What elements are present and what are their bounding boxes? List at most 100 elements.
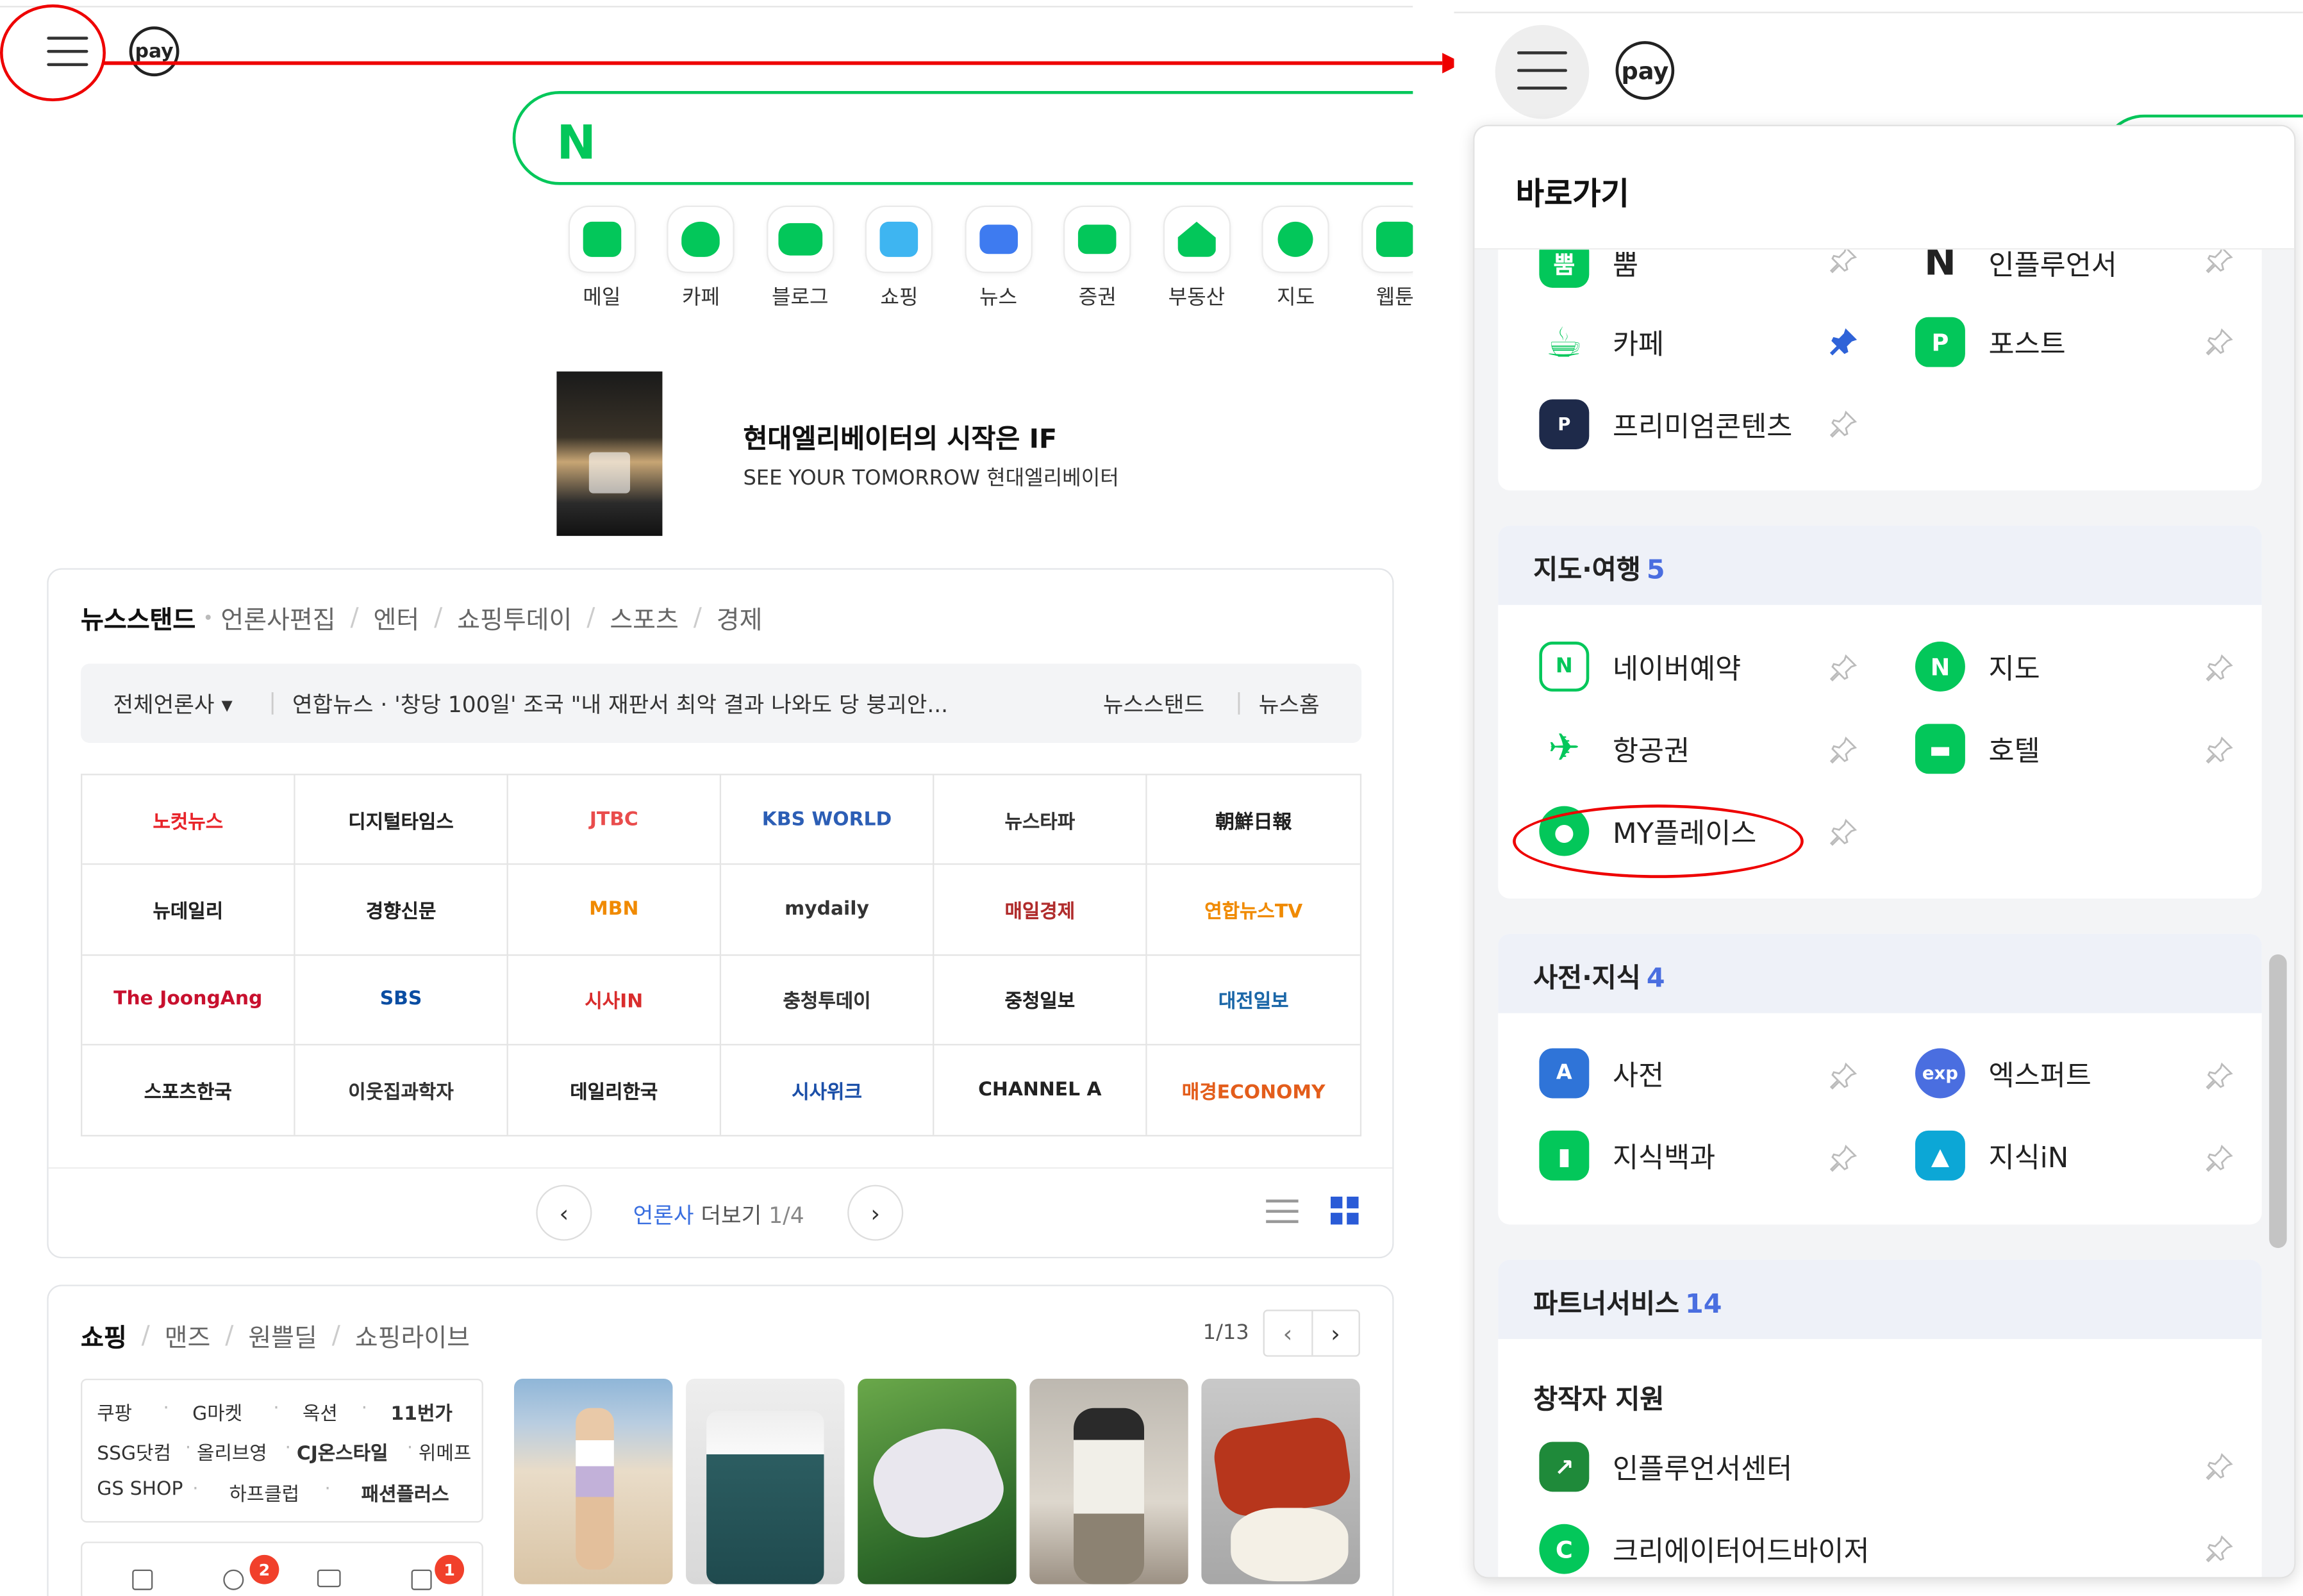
shortcut-map[interactable]: N 지도 (1915, 642, 2040, 692)
press-logo[interactable]: 대전일보 (1147, 955, 1360, 1045)
press-logo[interactable]: 충청투데이 (721, 955, 935, 1045)
press-logo[interactable]: 노컷뉴스 (82, 775, 295, 865)
shortcut-influencer-center[interactable]: ↗ 인플루언서센터 (1539, 1442, 1792, 1492)
press-logo[interactable]: CHANNEL A (934, 1045, 1147, 1135)
pin-icon[interactable] (2203, 1060, 2235, 1092)
news-headline[interactable]: 연합뉴스 · '창당 100일' 조국 "내 재판서 최악 결과 나와도 당 붕… (292, 688, 1042, 719)
pin-icon[interactable] (2203, 652, 2235, 684)
press-logo[interactable]: 朝鮮日報 (1147, 775, 1360, 865)
tab-shopping-today[interactable]: 쇼핑투데이 (457, 599, 572, 636)
tab-mens[interactable]: 맨즈 (165, 1317, 211, 1354)
next-page-button[interactable]: › (847, 1185, 904, 1241)
press-logo[interactable]: JTBC (508, 775, 722, 865)
press-logo[interactable]: 경향신문 (295, 865, 508, 956)
press-logo[interactable]: 데일리한국 (508, 1045, 722, 1135)
mall-link[interactable]: GS SHOP (97, 1479, 192, 1507)
press-logo[interactable]: 시사위크 (721, 1045, 935, 1135)
mall-link[interactable]: 위메프 (419, 1438, 471, 1465)
cart-icon[interactable] (132, 1569, 153, 1590)
ad-elevator-image[interactable] (556, 371, 663, 536)
mall-link[interactable]: G마켓 (192, 1398, 273, 1426)
mall-link[interactable]: SSG닷컴 (97, 1438, 185, 1465)
tab-sports[interactable]: 스포츠 (610, 599, 679, 636)
press-logo[interactable]: 시사IN (508, 955, 722, 1045)
press-logo[interactable]: 매경ECONOMY (1147, 1045, 1360, 1135)
shortcut-expert[interactable]: exp 엑스퍼트 (1915, 1048, 2091, 1099)
pin-icon[interactable] (1827, 1060, 1859, 1092)
shopping-prev-button[interactable]: ‹ (1265, 1311, 1313, 1356)
pin-active-icon[interactable] (1827, 326, 1859, 358)
pin-icon[interactable] (2203, 1451, 2235, 1483)
product-image-food[interactable] (1201, 1378, 1360, 1584)
product-image-sneakers[interactable] (858, 1378, 1017, 1584)
shortcut-flight[interactable]: ✈ 항공권 (1539, 724, 1690, 774)
service-mail[interactable]: 메일 (553, 205, 652, 312)
press-logo[interactable]: 스포츠한국 (82, 1045, 295, 1135)
shortcut-dictionary[interactable]: A 사전 (1539, 1048, 1664, 1099)
press-logo[interactable]: 연합뉴스TV (1147, 865, 1360, 956)
tab-shopping[interactable]: 쇼핑 (81, 1317, 127, 1354)
product-image-mint-tin[interactable] (686, 1378, 845, 1584)
pin-icon[interactable] (1827, 1142, 1859, 1174)
shortcut-encyclopedia[interactable]: ▮ 지식백과 (1539, 1130, 1715, 1181)
shortcut-knowledge-in[interactable]: ▲ 지식iN (1915, 1130, 2068, 1181)
service-realestate[interactable]: 부동산 (1147, 205, 1247, 312)
service-news[interactable]: 뉴스 (949, 205, 1048, 312)
press-logo[interactable]: The JoongAng (82, 955, 295, 1045)
service-map[interactable]: 지도 (1246, 205, 1345, 312)
shopping-next-button[interactable]: › (1312, 1311, 1358, 1356)
search-box[interactable]: N (512, 91, 1413, 185)
pin-icon[interactable] (1827, 734, 1859, 766)
prev-page-button[interactable]: ‹ (536, 1185, 592, 1241)
press-logo[interactable]: 뉴스타파 (934, 775, 1147, 865)
press-filter-dropdown[interactable]: 전체언론사 ▾ (113, 688, 232, 719)
press-logo[interactable]: 매일경제 (934, 865, 1147, 956)
press-logo[interactable]: 이웃집과학자 (295, 1045, 508, 1135)
pin-icon[interactable] (2203, 1142, 2235, 1174)
pin-icon[interactable] (1827, 652, 1859, 684)
pin-icon[interactable] (1827, 817, 1859, 849)
shortcut-creator-advisor[interactable]: C 크리에이터어드바이저 (1539, 1524, 1870, 1574)
service-cafe[interactable]: 카페 (651, 205, 751, 312)
product-image-beach-outfit[interactable] (513, 1378, 673, 1584)
shortcut-post[interactable]: P 포스트 (1915, 317, 2066, 367)
shortcut-hotel[interactable]: ▬ 호텔 (1915, 724, 2040, 774)
bag-icon[interactable] (411, 1569, 432, 1590)
press-logo[interactable]: 뉴데일리 (82, 865, 295, 956)
coupon-icon[interactable] (223, 1569, 244, 1590)
tab-shopping-live[interactable]: 쇼핑라이브 (355, 1317, 470, 1354)
service-blog[interactable]: 블로그 (751, 205, 850, 312)
mall-link[interactable]: 하프클럽 (229, 1479, 324, 1506)
shortcut-naver-booking[interactable]: N 네이버예약 (1539, 642, 1741, 692)
press-logo[interactable]: 중청일보 (934, 955, 1147, 1045)
press-logo[interactable]: KBS WORLD (721, 775, 935, 865)
mall-link[interactable]: 쿠팡 (97, 1398, 163, 1426)
mall-link[interactable]: 옥션 (303, 1398, 362, 1426)
menu-button-active[interactable] (1495, 24, 1590, 119)
pin-icon[interactable] (2203, 1533, 2235, 1565)
press-logo[interactable]: mydaily (721, 865, 935, 956)
delivery-icon[interactable] (317, 1569, 341, 1588)
shortcut-premium-contents[interactable]: P 프리미엄콘텐츠 (1539, 399, 1792, 449)
press-logo[interactable]: MBN (508, 865, 722, 956)
tab-economy[interactable]: 경제 (717, 599, 763, 636)
pin-icon[interactable] (1827, 408, 1859, 440)
panel-scrollbar[interactable] (2269, 954, 2287, 1249)
mall-link[interactable]: 올리브영 (197, 1438, 285, 1465)
tab-press-edit[interactable]: 언론사편집 (220, 599, 335, 636)
ad-title[interactable]: 현대엘리베이터의 시작은 IF (743, 419, 1057, 457)
pager-label[interactable]: 언론사 (633, 1202, 694, 1229)
mall-link[interactable]: 11번가 (391, 1398, 453, 1426)
newsstand-link[interactable]: 뉴스스탠드 (1103, 688, 1204, 719)
mall-link[interactable]: CJ온스타일 (297, 1438, 407, 1465)
press-logo[interactable]: SBS (295, 955, 508, 1045)
pay-button[interactable]: pay (1615, 41, 1675, 100)
grid-view-icon[interactable] (1331, 1196, 1359, 1225)
tab-newsstand[interactable]: 뉴스스탠드 (81, 599, 195, 636)
service-webtoon[interactable]: 웹툰 (1345, 205, 1413, 312)
press-logo[interactable]: 디지털타임스 (295, 775, 508, 865)
tab-one-plus-deal[interactable]: 원쁠딜 (248, 1317, 317, 1354)
product-image-fashion[interactable] (1029, 1378, 1188, 1584)
mall-link[interactable]: 패션플러스 (362, 1479, 449, 1506)
pager-more[interactable]: 더보기 (701, 1202, 761, 1229)
